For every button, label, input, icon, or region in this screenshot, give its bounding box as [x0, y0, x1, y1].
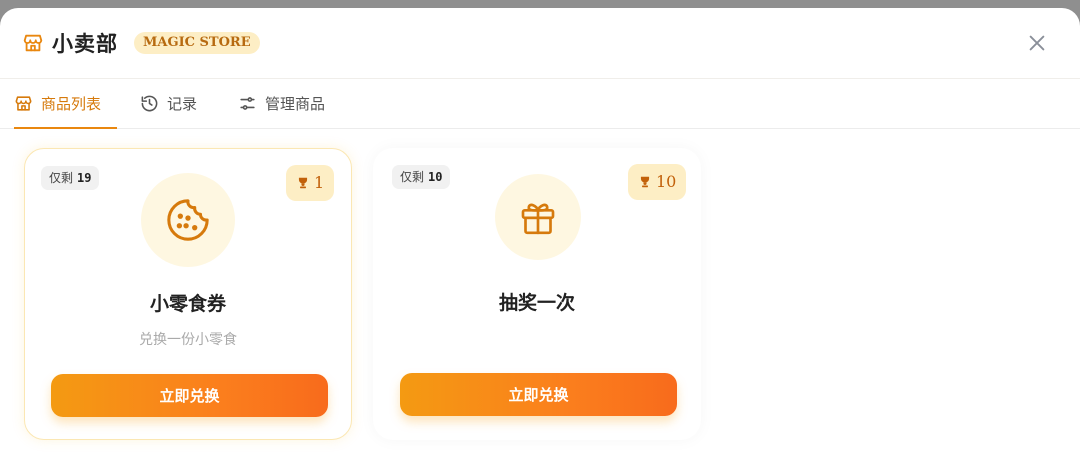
history-icon: [141, 95, 158, 111]
tab-label: 管理商品: [265, 94, 326, 113]
price-value: 10: [656, 172, 677, 191]
modal-title: 小卖部: [52, 31, 118, 56]
stock-count: 10: [428, 170, 443, 184]
modal-header: 小卖部 MAGIC STORE: [0, 8, 1080, 79]
stock-badge: 仅剩 19: [41, 166, 100, 190]
stock-label: 仅剩: [49, 171, 74, 185]
store-modal: 小卖部 MAGIC STORE 商品列表 记录 管理商品 仅剩 19 1 小零食…: [0, 8, 1080, 472]
price-badge: 10: [628, 164, 687, 200]
tab-label: 记录: [167, 94, 198, 113]
product-card: 仅剩 19 1 小零食券 兑换一份小零食 立即兑换: [24, 148, 352, 440]
tab-label: 商品列表: [41, 94, 102, 113]
trophy-icon: [298, 177, 308, 189]
tab-product-list[interactable]: 商品列表: [14, 78, 118, 129]
price-value: 1: [314, 173, 325, 192]
store-icon: [23, 34, 43, 52]
store-icon: [15, 95, 32, 111]
gift-icon: [521, 203, 555, 235]
close-icon[interactable]: [1026, 32, 1048, 54]
stock-label: 仅剩: [400, 170, 425, 184]
redeem-button[interactable]: 立即兑换: [51, 374, 328, 417]
sliders-icon: [240, 96, 255, 110]
price-badge: 1: [286, 165, 335, 201]
product-card: 仅剩 10 10 抽奖一次 立即兑换: [373, 148, 701, 440]
trophy-icon: [640, 176, 650, 188]
product-description: 兑换一份小零食: [139, 332, 237, 348]
redeem-button[interactable]: 立即兑换: [400, 373, 677, 416]
stock-badge: 仅剩 10: [392, 165, 451, 189]
tab-manage-products[interactable]: 管理商品: [238, 78, 325, 128]
magic-store-badge: MAGIC STORE: [134, 32, 260, 54]
product-icon-circle: [495, 174, 581, 260]
product-name: 抽奖一次: [498, 292, 575, 314]
tab-bar: 商品列表 记录 管理商品: [0, 78, 1080, 129]
product-name: 小零食券: [149, 293, 226, 315]
cookie-icon: [167, 199, 209, 241]
tab-records[interactable]: 记录: [140, 78, 197, 128]
product-icon-circle: [141, 173, 235, 267]
stock-count: 19: [77, 171, 92, 185]
